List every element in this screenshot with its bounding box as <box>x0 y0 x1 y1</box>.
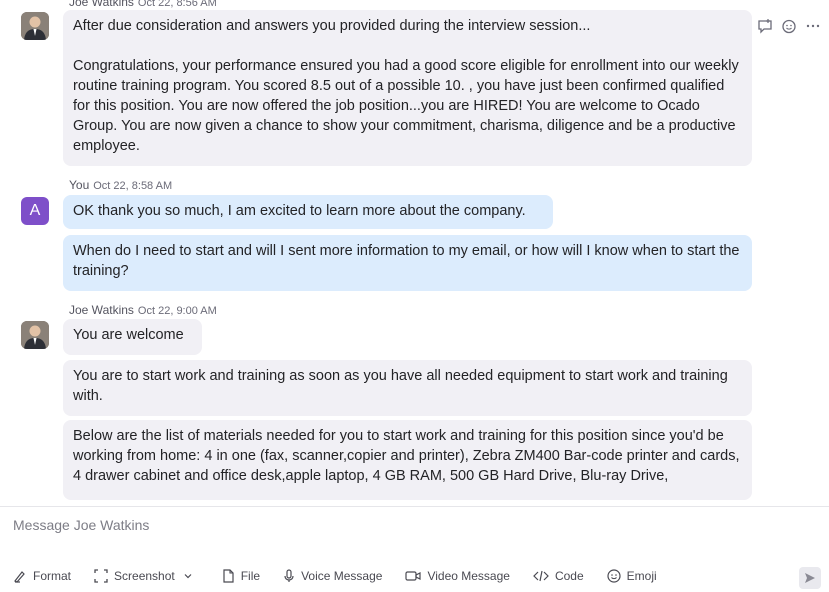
timestamp: Oct 22, 9:00 AM <box>137 305 217 317</box>
voice-message-button[interactable]: Voice Message <box>283 569 382 583</box>
file-button[interactable]: File <box>222 569 260 583</box>
message-composer: Message Joe Watkins Format Screenshot Fi… <box>0 506 829 592</box>
add-reaction-icon[interactable] <box>781 18 797 34</box>
chevron-down-icon[interactable] <box>183 571 193 581</box>
avatar[interactable] <box>21 12 49 40</box>
emoji-button[interactable]: Emoji <box>607 569 657 583</box>
chat-transcript: Joe Watkins Oct 22, 8:56 AM After due con… <box>0 0 829 506</box>
sender-name: Joe Watkins <box>69 303 134 317</box>
voice-message-label: Voice Message <box>301 569 383 583</box>
code-icon <box>533 570 549 582</box>
file-icon <box>223 569 234 583</box>
message-bubble[interactable]: When do I need to start and will I sent … <box>63 235 752 291</box>
file-label: File <box>240 569 261 583</box>
format-icon <box>14 571 25 583</box>
emoji-icon <box>607 569 621 583</box>
avatar[interactable] <box>21 321 49 349</box>
microphone-icon <box>284 569 294 582</box>
sender-name: Joe Watkins <box>69 0 134 9</box>
send-icon <box>805 573 815 583</box>
message-bubble[interactable]: After due consideration and answers you … <box>63 10 752 166</box>
screenshot-button[interactable]: Screenshot <box>94 569 199 583</box>
code-label: Code <box>554 569 584 583</box>
timestamp: Oct 22, 8:58 AM <box>93 180 173 192</box>
message-bubble[interactable]: OK thank you so much, I am excited to le… <box>63 195 553 229</box>
message-bubble[interactable]: You are welcome <box>63 319 202 355</box>
message-bubble[interactable]: Below are the list of materials needed f… <box>63 420 752 500</box>
format-label: Format <box>33 569 72 583</box>
send-button[interactable] <box>799 567 821 589</box>
composer-toolbar: Format Screenshot File Voice Message Vid… <box>13 569 680 583</box>
message-meta: Joe Watkins Oct 22, 8:56 AM <box>69 0 217 9</box>
message-meta: Joe Watkins Oct 22, 9:00 AM <box>69 303 217 317</box>
video-camera-icon <box>405 571 422 581</box>
more-options-icon[interactable] <box>805 18 821 34</box>
reply-in-thread-icon[interactable] <box>757 18 773 34</box>
profile-photo-icon <box>21 321 49 349</box>
sender-name: You <box>69 178 90 192</box>
screenshot-label: Screenshot <box>114 569 175 583</box>
screenshot-icon <box>94 569 108 583</box>
message-bubble[interactable]: You are to start work and training as so… <box>63 360 752 416</box>
format-button[interactable]: Format <box>13 569 71 583</box>
video-message-label: Video Message <box>427 569 510 583</box>
profile-photo-icon <box>21 12 49 40</box>
message-actions <box>757 18 821 34</box>
timestamp: Oct 22, 8:56 AM <box>137 0 217 9</box>
avatar[interactable]: A <box>21 197 49 225</box>
message-input[interactable]: Message Joe Watkins <box>13 517 149 533</box>
message-meta: You Oct 22, 8:58 AM <box>69 178 172 192</box>
emoji-label: Emoji <box>626 569 657 583</box>
code-button[interactable]: Code <box>533 569 584 583</box>
video-message-button[interactable]: Video Message <box>405 569 510 583</box>
